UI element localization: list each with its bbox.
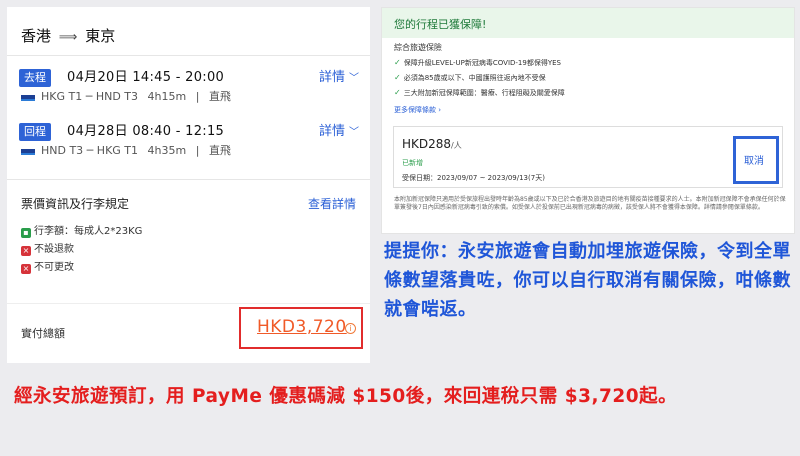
total-bar: 實付總額 HKD3,720 i	[7, 303, 370, 363]
outbound-info: HKG T1 ─ HND T3 4h15m | 直飛	[41, 89, 237, 105]
divider	[7, 55, 370, 56]
check-icon: ✓	[394, 58, 401, 67]
ana-logo-icon	[21, 149, 35, 155]
return-separator: |	[195, 144, 200, 157]
return-type: 直飛	[208, 144, 231, 157]
insurance-item: ✓ 必須為85歲或以下、中國護照往返內地不受保	[394, 73, 546, 82]
route-origin: 香港	[21, 27, 52, 45]
insurance-price: HKD288/人	[402, 137, 462, 151]
chevron-down-icon: ﹀	[349, 73, 359, 84]
rule-luggage: ▪ 行李額：每成人2*23KG	[21, 225, 142, 239]
ana-logo-icon	[21, 95, 35, 101]
total-price[interactable]: HKD3,720	[257, 317, 347, 337]
no-refund-icon: ×	[21, 246, 31, 256]
flight-summary-card: 香港 ⟹ 東京 去程 04月20日 14:45 - 20:00 詳情 ﹀ HKG …	[7, 7, 370, 303]
rule-no-refund: × 不設退款	[21, 244, 74, 256]
return-info: HND T3 ─ HKG T1 4h35m | 直飛	[41, 143, 237, 159]
insurance-card: 您的行程已獲保障! 綜合旅遊保險 ✓ 保障升級LEVEL-UP新冠病毒COVID-…	[381, 7, 795, 234]
outbound-badge: 去程	[19, 69, 51, 87]
route-title: 香港 ⟹ 東京	[21, 25, 115, 46]
cancel-highlight-box: 取消	[733, 136, 779, 184]
rule-no-change: × 不可更改	[21, 262, 74, 274]
insurance-item: ✓ 保障升級LEVEL-UP新冠病毒COVID-19都保得YES	[394, 58, 561, 67]
fare-rules-title: 票價資訊及行李規定	[21, 197, 130, 211]
outbound-details-link[interactable]: 詳情 ﹀	[319, 69, 359, 88]
return-duration: 4h35m	[147, 144, 187, 157]
check-icon: ✓	[394, 73, 401, 82]
check-icon: ✓	[394, 88, 401, 97]
outbound-time: 04月20日 14:45 - 20:00	[67, 70, 225, 85]
insurance-fine-print: 本附加新冠保障只適用於受保旅程出發時年齡為85歲或以下及已於合香港及旅遊目的地有…	[394, 196, 786, 211]
info-icon[interactable]: i	[345, 323, 356, 334]
insurance-header: 您的行程已獲保障!	[382, 8, 794, 38]
insurance-dates: 受保日期：2023/09/07 ~ 2023/09/13(7天)	[402, 174, 545, 182]
outbound-type: 直飛	[208, 90, 231, 103]
total-label: 實付總額	[21, 327, 65, 340]
insurance-item: ✓ 三大附加新冠保障範圍：醫療、行程阻礙及關愛保障	[394, 88, 565, 97]
insurance-plan-box: HKD288/人 已新增 受保日期：2023/09/07 ~ 2023/09/1…	[393, 126, 783, 188]
return-details-link[interactable]: 詳情 ﹀	[319, 123, 359, 142]
return-time: 04月28日 08:40 - 12:15	[67, 124, 225, 139]
cancel-insurance-button[interactable]: 取消	[744, 152, 764, 167]
outbound-airports: HKG T1 ─ HND T3	[41, 90, 139, 103]
more-terms-link[interactable]: 更多保障條款 ›	[394, 105, 441, 115]
divider	[7, 179, 370, 180]
insurance-title: 您的行程已獲保障!	[394, 18, 487, 31]
insurance-subtitle: 綜合旅遊保險	[394, 43, 442, 52]
promo-note: 經永安旅遊預訂，用 PayMe 優惠碼減 $150後，來回連稅只需 $3,720…	[14, 386, 678, 407]
route-destination: 東京	[85, 27, 116, 45]
fare-details-link[interactable]: 查看詳情	[308, 195, 356, 212]
no-change-icon: ×	[21, 264, 31, 274]
chevron-down-icon: ﹀	[349, 127, 359, 138]
route-arrow-icon: ⟹	[58, 30, 78, 45]
outbound-separator: |	[195, 90, 200, 103]
tip-note: 提提你：永安旅遊會自動加埋旅遊保險，令到全單條數望落貴咗，你可以自行取消有關保險…	[384, 241, 791, 320]
total-highlight-box: HKD3,720 i	[239, 307, 363, 349]
outbound-duration: 4h15m	[147, 90, 187, 103]
return-badge: 回程	[19, 123, 51, 141]
return-airports: HND T3 ─ HKG T1	[41, 144, 139, 157]
luggage-icon: ▪	[21, 228, 31, 238]
insurance-status: 已新增	[402, 159, 423, 167]
